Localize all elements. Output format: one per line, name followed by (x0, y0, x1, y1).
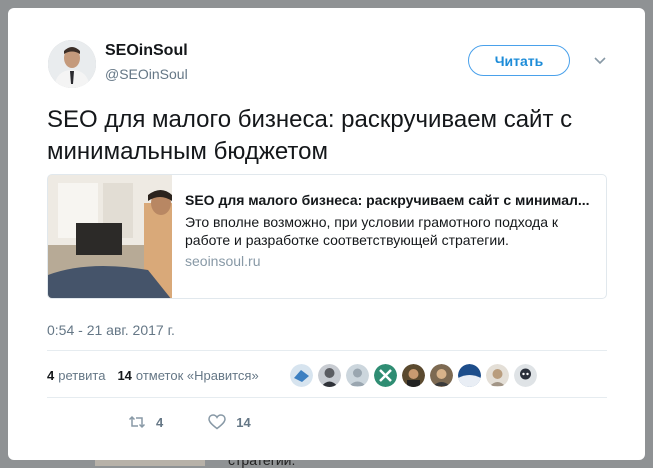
avatar[interactable] (48, 40, 96, 88)
retweet-count: 4 (156, 414, 164, 430)
like-action[interactable]: 14 (208, 414, 251, 430)
follow-button[interactable]: Читать (468, 45, 570, 76)
liker-avatar[interactable] (458, 364, 481, 387)
liker-avatar[interactable] (290, 364, 313, 387)
heart-icon (208, 414, 226, 430)
link-preview-image (48, 175, 172, 298)
author-name[interactable]: SEOinSoul (105, 42, 188, 60)
likers-avatars (290, 364, 537, 387)
retweet-action[interactable]: 4 (128, 414, 163, 430)
liker-avatar[interactable] (402, 364, 425, 387)
chevron-down-icon[interactable] (592, 54, 608, 68)
liker-avatar[interactable] (318, 364, 341, 387)
retweets-label: ретвита (58, 368, 106, 383)
tweet-text: SEO для малого бизнеса: раскручиваем сай… (47, 106, 573, 165)
link-preview-domain: seoinsoul.ru (185, 253, 261, 269)
liker-avatar[interactable] (486, 364, 509, 387)
engagement-stats: 4 ретвита 14 отметок «Нравится» (47, 368, 259, 383)
liker-avatar[interactable] (514, 364, 537, 387)
link-preview-card[interactable]: SEO для малого бизнеса: раскручиваем сай… (47, 174, 607, 299)
tweet-timestamp[interactable]: 0:54 - 21 авг. 2017 г. (47, 322, 175, 338)
link-preview-title: SEO для малого бизнеса: раскручиваем сай… (185, 192, 590, 208)
liker-avatar[interactable] (346, 364, 369, 387)
liker-avatar[interactable] (374, 364, 397, 387)
liker-avatar[interactable] (430, 364, 453, 387)
author-handle[interactable]: @SEOinSoul (105, 66, 188, 82)
like-count: 14 (236, 414, 251, 430)
retweets-stat[interactable]: 4 ретвита (47, 368, 105, 383)
tweet-card: SEOinSoul @SEOinSoul Читать SEO для мало… (8, 8, 645, 460)
retweets-count: 4 (47, 368, 55, 383)
tweet-actions: 4 14 (128, 414, 251, 430)
retweet-icon (128, 415, 146, 429)
link-preview-description: Это вполне возможно, при условии грамотн… (185, 214, 559, 248)
divider (47, 350, 607, 351)
likes-stat[interactable]: 14 отметок «Нравится» (117, 368, 258, 383)
likes-label: отметок «Нравится» (135, 368, 259, 383)
divider (47, 397, 607, 398)
likes-count: 14 (117, 368, 132, 383)
